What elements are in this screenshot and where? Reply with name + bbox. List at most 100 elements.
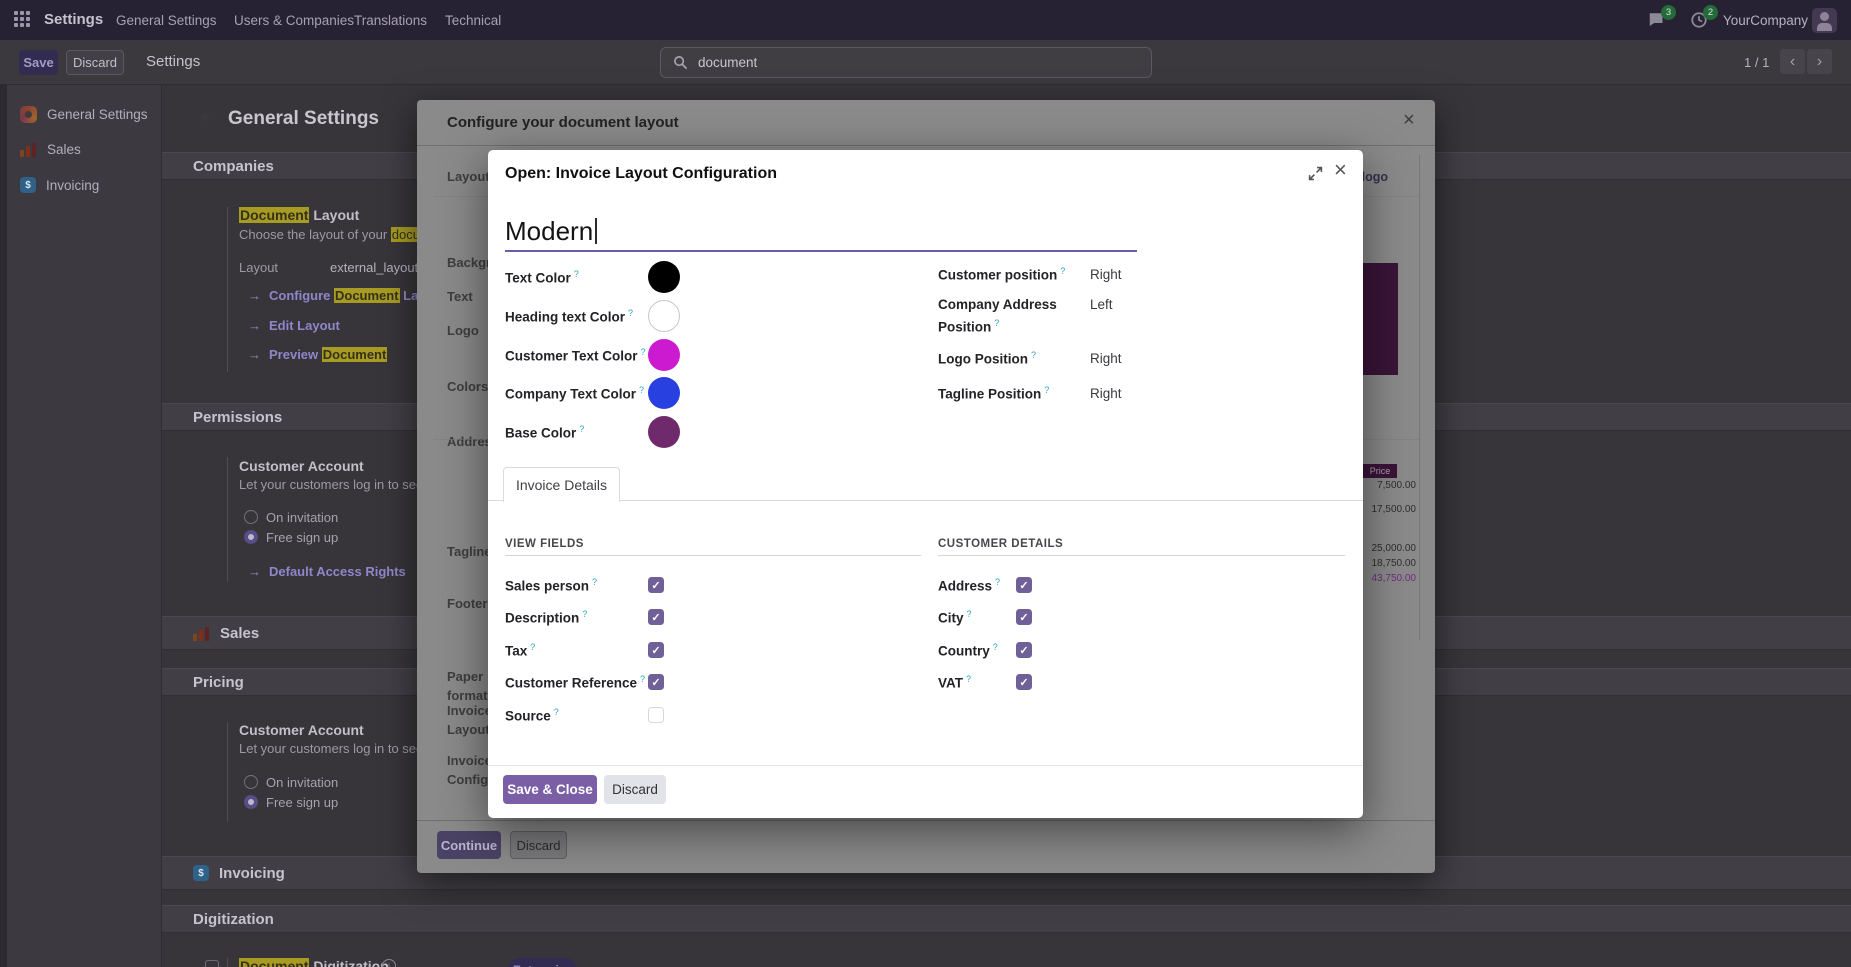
settings-sidebar: General Settings Sales $ Invoicing [7,85,162,967]
pager-previous-button[interactable]: ‹ [1780,49,1805,74]
layout-name-input[interactable]: Modern [505,216,1137,252]
customer-reference-checkbox[interactable]: ✓ [648,674,664,690]
arrow-icon: → [248,347,261,362]
tax-checkbox[interactable]: ✓ [648,642,664,658]
sidebar-item-invoicing[interactable]: $ Invoicing [7,169,162,201]
help-icon: ? [993,642,998,652]
text-color-swatch[interactable] [648,261,680,293]
city-checkbox[interactable]: ✓ [1016,609,1032,625]
sales-person-checkbox[interactable]: ✓ [648,577,664,593]
enterprise-badge: Enterprise [508,958,577,967]
preview-document-link[interactable]: → Preview Document [248,347,387,362]
user-avatar[interactable] [1812,8,1837,33]
outer-discard-button[interactable]: Discard [510,831,567,859]
description-checkbox[interactable]: ✓ [648,609,664,625]
customer-position-label: Customer position? [938,266,1065,283]
search-icon [673,55,688,70]
free-signup-label: Free sign up [266,530,338,545]
layout-field-value[interactable]: external_layout [330,260,418,275]
help-icon: ? [1044,385,1049,395]
customer-text-color-swatch[interactable] [648,339,680,371]
tax-label: Tax? [505,642,535,659]
on-invitation-label: On invitation [266,510,338,525]
company-switcher[interactable]: YourCompany [1723,13,1808,28]
app-name[interactable]: Settings [44,11,103,28]
help-icon: ? [579,424,584,434]
company-address-position-value[interactable]: Left [1090,297,1113,312]
customer-account-desc: Let your customers log in to see [239,741,423,756]
free-signup-label: Free sign up [266,795,338,810]
address-label: Address? [938,577,1000,594]
left-strip [0,85,7,967]
save-button[interactable]: Save [19,50,58,75]
close-icon[interactable]: × [1334,157,1347,183]
vat-checkbox[interactable]: ✓ [1016,674,1032,690]
section-digitization: Digitization [162,905,1851,933]
help-icon: ? [530,642,535,652]
free-signup-radio[interactable] [244,530,258,544]
base-color-swatch[interactable] [648,416,680,448]
menu-general-settings[interactable]: General Settings [116,13,217,28]
company-text-color-swatch[interactable] [648,377,680,409]
edit-layout-link[interactable]: →Edit Layout [248,318,340,333]
default-access-rights-link[interactable]: →Default Access Rights [248,564,406,579]
menu-technical[interactable]: Technical [445,13,501,28]
arrow-icon: → [248,288,261,303]
logo-position-value[interactable]: Right [1090,351,1122,366]
on-invitation-radio[interactable] [244,775,258,789]
menu-users-companies[interactable]: Users & Companies [234,13,354,28]
sales-icon [20,142,37,157]
block-rule [227,457,228,582]
preview-paper-edge [1419,155,1420,640]
customer-account-desc: Let your customers log in to see [239,477,423,492]
text-color-label: Text Color? [505,269,579,286]
expand-icon[interactable] [1308,166,1323,181]
sales-icon [193,626,210,641]
on-invitation-radio[interactable] [244,510,258,524]
sidebar-item-general-settings[interactable]: General Settings [7,98,162,130]
customer-account-title: Customer Account [239,458,364,474]
preview-accent-rect [1363,263,1398,375]
help-icon: ? [640,674,645,684]
help-icon: ? [639,385,644,395]
view-fields-header: VIEW FIELDS [505,538,584,550]
general-settings-icon [20,106,37,123]
heading-text-color-swatch[interactable] [648,300,680,332]
help-icon: ? [967,609,972,619]
odoo-settings-screen: Settings General Settings Users & Compan… [0,0,1851,967]
customer-reference-label: Customer Reference? [505,674,645,691]
invoicing-icon: $ [193,865,209,881]
pager-next-button[interactable]: › [1807,49,1832,74]
messages-badge: 3 [1661,5,1676,20]
inner-discard-button[interactable]: Discard [604,775,666,804]
menu-translations[interactable]: Translations [354,13,427,28]
block-rule [227,722,228,822]
search-input[interactable]: document [660,47,1152,78]
close-icon[interactable]: × [1403,110,1415,130]
customer-account-title: Customer Account [239,722,364,738]
page-title: General Settings [228,108,379,130]
discard-button[interactable]: Discard [66,50,124,75]
help-icon: ? [592,577,597,587]
country-label: Country? [938,642,998,659]
help-icon: ? [1031,350,1036,360]
continue-button[interactable]: Continue [437,831,501,859]
document-digitization-checkbox[interactable] [205,960,219,967]
customer-position-value[interactable]: Right [1090,267,1122,282]
city-label: City? [938,609,972,626]
customer-text-color-label: Customer Text Color? [505,347,646,364]
address-checkbox[interactable]: ✓ [1016,577,1032,593]
tagline-position-label: Tagline Position? [938,385,1049,402]
vat-label: VAT? [938,674,971,691]
tagline-position-value[interactable]: Right [1090,386,1122,401]
save-and-close-button[interactable]: Save & Close [503,775,597,804]
source-checkbox[interactable]: ✓ [648,707,664,723]
free-signup-radio[interactable] [244,795,258,809]
preview-price-header: Price [1363,464,1397,478]
sidebar-item-sales[interactable]: Sales [7,133,162,165]
block-rule [227,207,228,372]
on-invitation-label: On invitation [266,775,338,790]
apps-menu-icon[interactable] [14,11,30,27]
tab-invoice-details[interactable]: Invoice Details [503,467,620,502]
country-checkbox[interactable]: ✓ [1016,642,1032,658]
